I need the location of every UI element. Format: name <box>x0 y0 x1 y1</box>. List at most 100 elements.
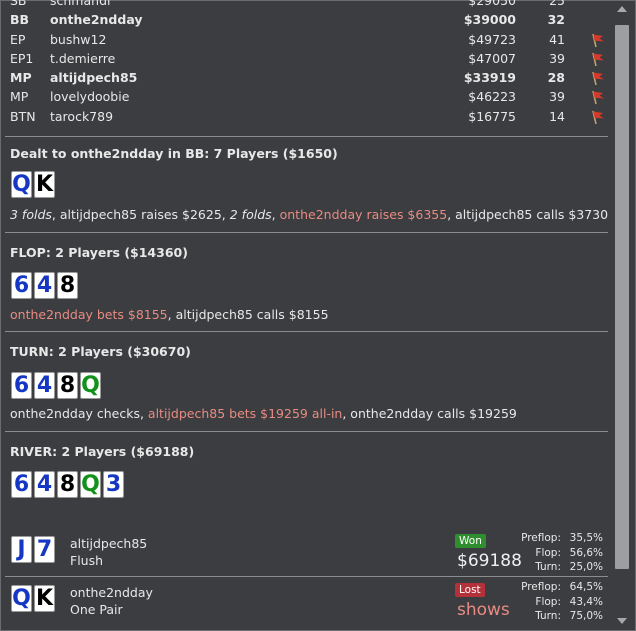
equity-label: Turn: <box>535 561 561 573</box>
red-flag-icon <box>590 32 606 48</box>
divider <box>5 431 608 432</box>
scroll-up-arrow-icon[interactable] <box>617 6 627 12</box>
player-stack: $29050 <box>468 0 516 8</box>
playing-card: 7 <box>34 536 55 563</box>
result-amount: shows <box>457 600 510 620</box>
equity-value: 43,4% <box>569 595 603 608</box>
player-stack: $46223 <box>468 89 516 105</box>
preflop-actions: 3 folds, altijdpech85 raises $2625, 2 fo… <box>10 207 608 222</box>
playing-card: 8 <box>57 471 78 498</box>
player-position: EP <box>10 31 26 47</box>
playing-card: K <box>34 171 55 198</box>
action-segment: , altijdpech85 calls $8155 <box>167 307 329 322</box>
hole-cards: QK <box>11 171 55 198</box>
scroll-down-arrow-icon[interactable] <box>617 618 627 624</box>
playing-card: 4 <box>34 471 55 498</box>
playing-card: Q <box>11 171 32 198</box>
red-flag-icon <box>590 109 606 125</box>
player-stack: $39000 <box>463 12 516 28</box>
hand-history-panel: SB schmandi $29050 25 BB onthe2ndday $39000 32 E… <box>5 0 608 631</box>
player-row: BTN tarock789 $16775 14 <box>5 107 608 126</box>
equity-stats: Preflop: 35,5% Flop: 56,6% Turn: 25,0% <box>505 531 603 575</box>
playing-card: 6 <box>11 372 32 399</box>
player-stack: $47007 <box>468 50 516 66</box>
player-count: 39 <box>549 89 565 105</box>
equity-row: Preflop: 35,5% <box>505 531 603 546</box>
scrollbar-thumb[interactable] <box>615 25 629 569</box>
player-count: 25 <box>549 0 565 8</box>
divider <box>5 232 608 233</box>
result-badge: Lost <box>455 583 485 597</box>
player-name: tarock789 <box>50 108 114 124</box>
equity-value: 75,0% <box>569 610 603 622</box>
player-name: lovelydoobie <box>50 89 130 105</box>
equity-label: Preflop: <box>521 532 561 544</box>
equity-label: Flop: <box>535 546 561 559</box>
equity-label: Turn: <box>535 610 561 622</box>
playing-card: K <box>34 585 55 612</box>
player-stack: $49723 <box>468 31 516 47</box>
action-segment: onthe2ndday bets $8155 <box>10 307 168 322</box>
player-name: t.demierre <box>50 50 116 66</box>
equity-row: Turn: 25,0% <box>505 560 603 575</box>
equity-label: Preflop: <box>521 581 561 593</box>
equity-label: Flop: <box>535 595 561 608</box>
vertical-scrollbar[interactable] <box>612 1 633 630</box>
action-segment: 2 folds <box>229 207 272 222</box>
result-winner: J 7 altijdpech85 Flush Won $69188 Preflop: 35,5… <box>5 531 608 577</box>
player-stack: $16775 <box>468 108 516 124</box>
result-hand: Flush <box>70 553 104 568</box>
red-flag-icon <box>590 51 606 67</box>
playing-card: Q <box>80 471 101 498</box>
playing-card: J <box>11 536 32 563</box>
divider <box>5 331 608 332</box>
action-segment: , <box>271 207 280 222</box>
equity-value: 56,6% <box>569 546 603 559</box>
red-flag-icon <box>590 70 606 86</box>
river-title: RIVER: 2 Players ($69188) <box>10 444 195 459</box>
playing-card: Q <box>11 585 32 612</box>
player-count: 14 <box>549 108 565 124</box>
playing-card: Q <box>80 372 101 399</box>
action-segment: onthe2ndday raises $6355 <box>279 207 448 222</box>
player-row: BB onthe2ndday $39000 32 <box>5 10 608 29</box>
playing-card: 6 <box>11 272 32 299</box>
player-name: altijdpech85 <box>50 70 138 86</box>
river-cards: 648Q3 <box>11 471 124 498</box>
player-count: 39 <box>549 50 565 66</box>
equity-row: Flop: 43,4% <box>505 595 603 610</box>
players-table: SB schmandi $29050 25 BB onthe2ndday $39000 32 E… <box>5 0 608 126</box>
playing-card: 8 <box>57 272 78 299</box>
player-name: schmandi <box>50 0 111 8</box>
divider <box>5 576 608 577</box>
playing-card: 4 <box>34 272 55 299</box>
player-row: SB schmandi $29050 25 <box>5 0 608 10</box>
equity-row: Flop: 56,6% <box>505 546 603 561</box>
result-badge: Won <box>455 534 486 548</box>
player-count: 32 <box>547 12 565 28</box>
player-count: 28 <box>547 70 565 86</box>
player-row: EP bushw12 $49723 41 <box>5 30 608 49</box>
result-loser: Q Konthe2ndday One Pair Lost shows Preflop: 64… <box>5 580 608 626</box>
player-stack: $33919 <box>463 70 516 86</box>
player-name: onthe2ndday <box>50 12 143 28</box>
turn-actions: onthe2ndday checks, altijdpech85 bets $1… <box>10 406 517 421</box>
action-segment: 3 folds <box>10 207 52 222</box>
result-player-name: onthe2ndday <box>70 585 153 600</box>
player-position: EP1 <box>10 50 34 66</box>
action-segment: onthe2ndday checks, <box>10 406 148 421</box>
equity-value: 35,5% <box>569 532 603 544</box>
equity-row: Preflop: 64,5% <box>505 580 603 595</box>
playing-card: 8 <box>57 372 78 399</box>
action-segment: altijdpech85 bets $19259 all-in <box>147 406 343 421</box>
divider <box>5 136 608 137</box>
showdown-cards: J7 <box>11 536 55 563</box>
flop-actions: onthe2ndday bets $8155, altijdpech85 cal… <box>10 307 329 322</box>
player-position: SB <box>10 0 27 8</box>
turn-cards: 648Q <box>11 372 101 399</box>
turn-title: TURN: 2 Players ($30670) <box>10 344 191 359</box>
playing-card: 4 <box>34 372 55 399</box>
player-name: bushw12 <box>50 31 107 47</box>
equity-stats: Preflop: 64,5% Flop: 43,4% Turn: 75,0% <box>505 580 603 624</box>
preflop-title: Dealt to onthe2ndday in BB: 7 Players ($… <box>10 146 338 161</box>
